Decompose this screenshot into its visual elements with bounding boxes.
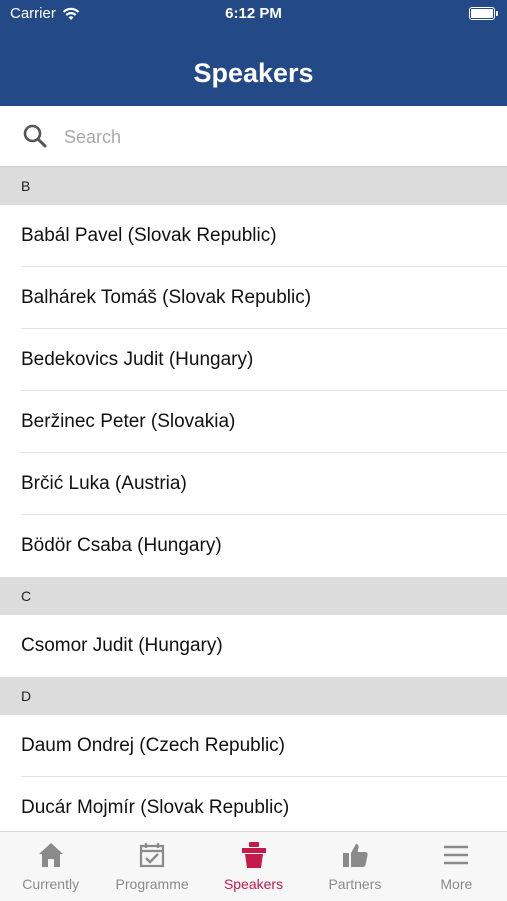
list-item[interactable]: Bödör Csaba (Hungary) [0, 515, 507, 577]
list-item[interactable]: Beržinec Peter (Slovakia) [0, 391, 507, 453]
tab-programme[interactable]: Programme [101, 832, 202, 901]
calendar-check-icon [140, 843, 165, 868]
battery-icon [469, 7, 498, 20]
tab-partners[interactable]: Partners [304, 832, 405, 901]
list-item[interactable]: Brčić Luka (Austria) [0, 453, 507, 515]
tab-label: Partners [328, 876, 382, 892]
section-header-d: D [0, 677, 507, 715]
page-title: Speakers [193, 58, 314, 88]
tab-currently[interactable]: Currently [0, 832, 101, 901]
search-icon [23, 124, 47, 148]
list-item[interactable]: Csomor Judit (Hungary) [0, 615, 507, 677]
thumbs-up-icon [342, 844, 368, 867]
tab-label: Programme [115, 876, 189, 892]
tab-speakers[interactable]: Speakers [203, 832, 304, 901]
tab-bar: Currently Programme Speakers Partners Mo… [0, 831, 507, 901]
list-item[interactable]: Balhárek Tomáš (Slovak Republic) [0, 267, 507, 329]
search-bar [0, 106, 507, 167]
home-icon [38, 843, 63, 867]
list-item[interactable]: Daum Ondrej (Czech Republic) [0, 715, 507, 777]
tab-label: More [440, 876, 473, 892]
tab-label: Currently [22, 876, 80, 892]
list-item[interactable]: Bedekovics Judit (Hungary) [0, 329, 507, 391]
list-item[interactable]: Babál Pavel (Slovak Republic) [0, 205, 507, 267]
search-input[interactable] [62, 120, 486, 154]
section-header-b: B [0, 167, 507, 205]
tab-more[interactable]: More [406, 832, 507, 901]
tab-label: Speakers [223, 876, 284, 892]
status-bar: Carrier 6:12 PM [0, 0, 507, 28]
section-header-c: C [0, 577, 507, 615]
status-time: 6:12 PM [225, 5, 282, 22]
list-item[interactable]: Ducár Mojmír (Slovak Republic) [0, 777, 507, 831]
podium-icon [241, 842, 266, 868]
menu-icon [444, 845, 469, 865]
nav-header: Carrier 6:12 PM Speakers [0, 0, 507, 106]
speakers-list: B Babál Pavel (Slovak Republic) Balhárek… [0, 167, 507, 831]
